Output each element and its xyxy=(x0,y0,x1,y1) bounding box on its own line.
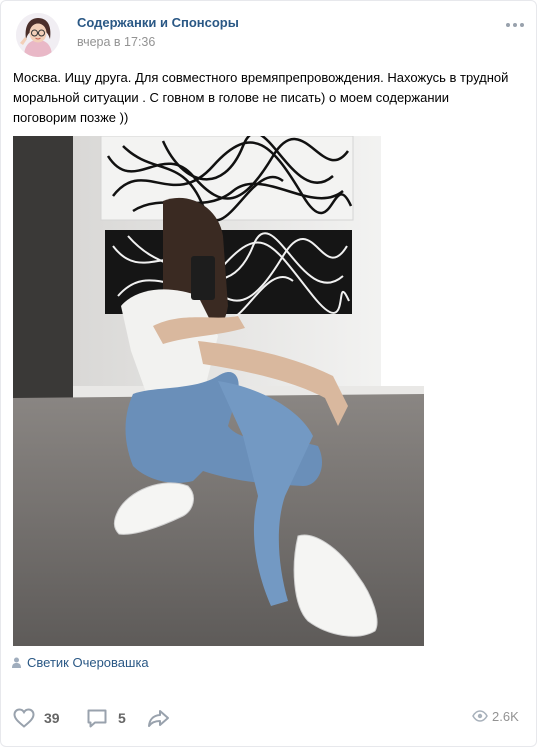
views-count: 2.6K xyxy=(492,708,519,724)
post-text-line: поговорим позже )) xyxy=(13,110,129,125)
more-horizontal-icon[interactable] xyxy=(504,14,526,36)
share-arrow-icon xyxy=(148,710,169,727)
post-text-line: моральной ситуации . С говном в голове н… xyxy=(13,90,450,105)
community-name-link[interactable]: Содержанки и Спонсоры xyxy=(77,15,239,30)
comment-icon xyxy=(87,709,107,728)
user-icon xyxy=(12,657,21,668)
like-button[interactable]: 39 xyxy=(12,706,60,730)
like-count: 39 xyxy=(44,710,60,726)
post-card: Содержанки и Спонсоры вчера в 17:36 Моск… xyxy=(0,0,538,748)
eye-icon xyxy=(472,710,488,722)
post-actions-bar: 39 5 2.6K xyxy=(0,700,538,736)
heart-icon xyxy=(13,708,35,728)
signer-name: Светик Очеровашка xyxy=(27,655,149,670)
post-text: Москва. Ищу друга. Для совместного время… xyxy=(13,68,523,128)
community-avatar[interactable] xyxy=(16,13,60,57)
photo-illustration xyxy=(13,136,424,646)
comment-button[interactable]: 5 xyxy=(85,706,126,730)
post-photo[interactable] xyxy=(13,136,424,646)
post-date-link[interactable]: вчера в 17:36 xyxy=(77,35,155,49)
post-signer-link[interactable]: Светик Очеровашка xyxy=(12,655,149,670)
avatar-illustration xyxy=(16,13,60,57)
post-text-line: Москва. Ищу друга. Для совместного время… xyxy=(13,70,509,85)
comment-count: 5 xyxy=(118,710,126,726)
views-counter: 2.6K xyxy=(472,708,519,724)
share-button[interactable] xyxy=(146,706,172,730)
